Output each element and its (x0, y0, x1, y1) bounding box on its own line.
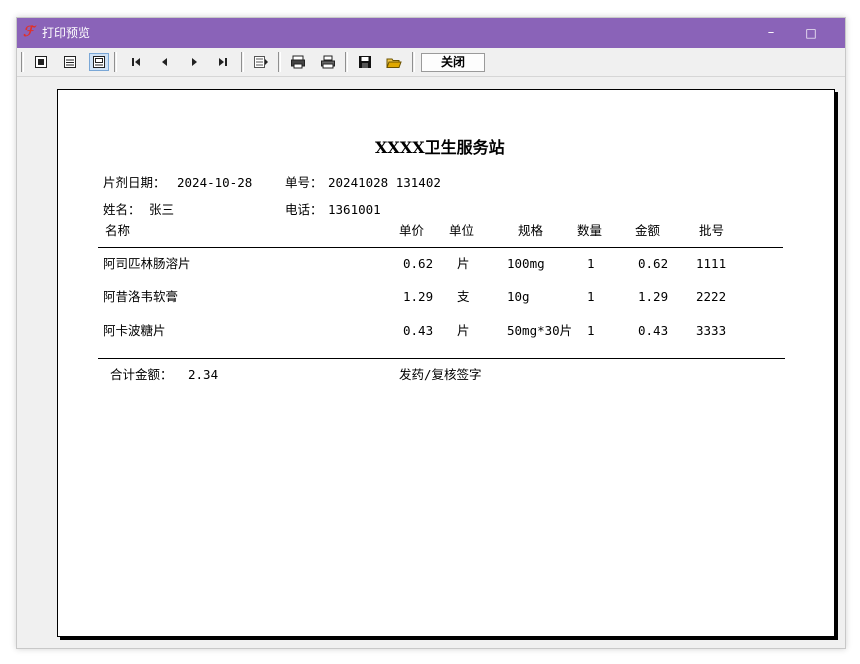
row-unit: 支 (457, 289, 470, 304)
date-value: 2024-10-28 (177, 175, 253, 190)
total-value: 2.34 (188, 367, 219, 382)
first-page-icon[interactable] (126, 53, 146, 71)
last-page-icon[interactable] (213, 53, 233, 71)
phone-label: 电话： (285, 202, 323, 217)
toolbar-separator (412, 52, 415, 72)
phone-value: 1361001 (328, 202, 381, 217)
row-spec: 10g (507, 289, 530, 304)
header-divider (98, 247, 783, 248)
signature-label: 发药/复核签字 (399, 367, 482, 382)
row-qty: 1 (587, 256, 595, 271)
print-icon[interactable] (318, 53, 338, 71)
previous-page-icon[interactable] (155, 53, 175, 71)
order-label: 单号： (285, 175, 323, 190)
column-header: 金额 (635, 223, 661, 238)
station-title: XXXX卫生服务站 (375, 138, 505, 157)
preview-area[interactable]: XXXX卫生服务站 片剂日期： 2024-10-28 单号： 20241028 … (17, 77, 845, 648)
row-batch: 1111 (696, 256, 727, 271)
row-unit: 片 (457, 256, 470, 271)
row-amount: 1.29 (638, 289, 669, 304)
toolbar-separator (114, 52, 117, 72)
row-batch: 3333 (696, 323, 727, 338)
next-page-icon[interactable] (184, 53, 204, 71)
toolbar-separator (278, 52, 281, 72)
toolbar-separator (241, 52, 244, 72)
row-qty: 1 (587, 289, 595, 304)
title-bar: ℱ 打印预览 – □ (17, 18, 845, 48)
row-unit: 片 (457, 323, 470, 338)
row-amount: 0.43 (638, 323, 669, 338)
row-spec: 100mg (507, 256, 545, 271)
app-logo-icon: ℱ (23, 24, 35, 40)
row-spec: 50mg*30片 (507, 323, 573, 338)
date-label: 片剂日期： (103, 175, 166, 190)
column-header: 单价 (399, 223, 425, 238)
column-header: 规格 (518, 223, 544, 238)
print-preview-window: ℱ 打印预览 – □ 关闭 XXXX卫生服务站 片剂日期： 2024-10-28… (16, 17, 846, 649)
window-title: 打印预览 (42, 26, 91, 40)
toolbar: 关闭 (17, 48, 845, 77)
column-header: 名称 (105, 223, 131, 238)
save-icon[interactable] (355, 53, 375, 71)
total-label: 合计金额： (110, 367, 173, 382)
row-name: 阿卡波糖片 (103, 323, 166, 338)
column-header: 数量 (577, 223, 603, 238)
name-label: 姓名： (103, 202, 141, 217)
toolbar-grip (21, 52, 24, 72)
report-page: XXXX卫生服务站 片剂日期： 2024-10-28 单号： 20241028 … (57, 89, 835, 637)
row-amount: 0.62 (638, 256, 669, 271)
toolbar-separator (345, 52, 348, 72)
close-button[interactable]: 关闭 (421, 53, 485, 72)
row-name: 阿司匹林肠溶片 (103, 256, 191, 271)
row-qty: 1 (587, 323, 595, 338)
full-page-view-icon[interactable] (89, 53, 109, 71)
row-price: 0.43 (403, 323, 434, 338)
footer-divider (98, 358, 785, 359)
maximize-button[interactable]: □ (791, 18, 831, 48)
name-value: 张三 (149, 202, 175, 217)
row-price: 1.29 (403, 289, 434, 304)
row-name: 阿昔洛韦软膏 (103, 289, 179, 304)
column-header: 批号 (699, 223, 725, 238)
column-header: 单位 (449, 223, 475, 238)
order-value: 20241028 131402 (328, 175, 441, 190)
row-price: 0.62 (403, 256, 434, 271)
row-batch: 2222 (696, 289, 727, 304)
printer-setup-icon[interactable] (288, 53, 308, 71)
page-setup-icon[interactable] (251, 53, 271, 71)
page-width-view-icon[interactable] (60, 53, 80, 71)
single-page-view-icon[interactable] (31, 53, 51, 71)
open-folder-icon[interactable] (384, 53, 404, 71)
minimize-button[interactable]: – (751, 18, 791, 48)
